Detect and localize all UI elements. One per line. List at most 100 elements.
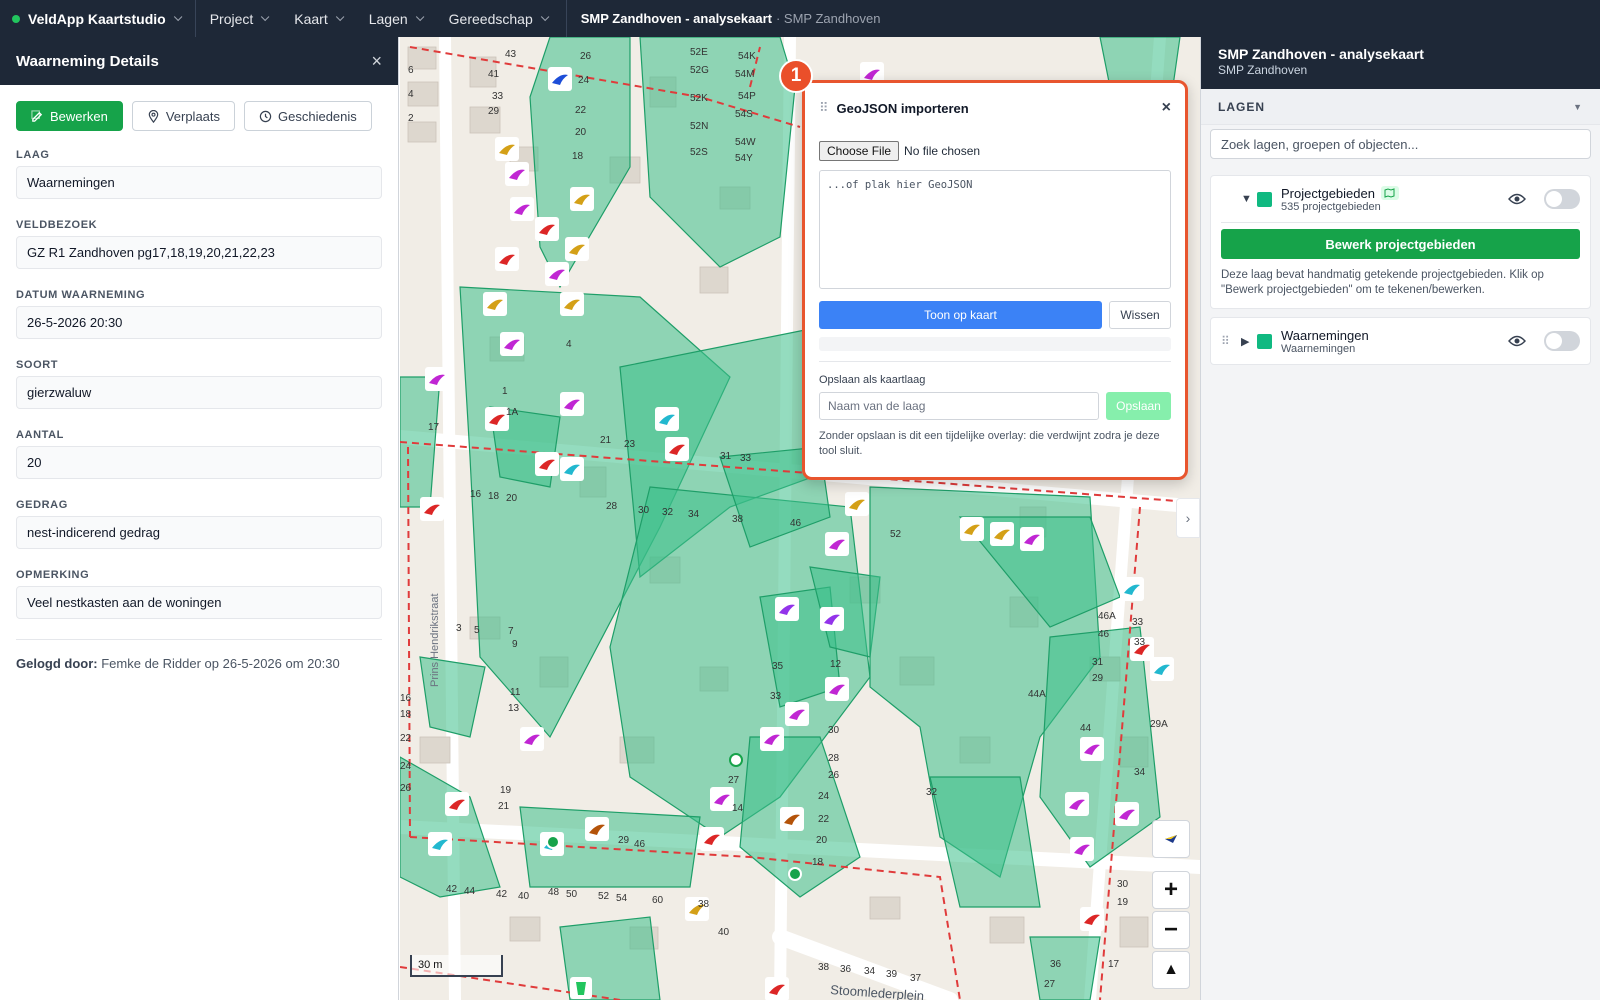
bird-marker [1080, 907, 1104, 931]
zoom-out-button[interactable]: − [1152, 911, 1190, 949]
house-number-label: 23 [624, 439, 636, 450]
house-number-label: 17 [428, 422, 440, 433]
menu-project[interactable]: Project [196, 0, 281, 37]
status-bar [819, 337, 1171, 351]
logged-by-label: Gelogd door: [16, 656, 98, 671]
expand-arrow-icon[interactable]: ▶ [1241, 335, 1257, 348]
move-button[interactable]: Verplaats [131, 101, 236, 131]
north-reset-button[interactable]: ▲ [1152, 951, 1190, 989]
geojson-textarea[interactable]: ...of plak hier GeoJSON [819, 170, 1171, 289]
house-number-label: 29 [1092, 673, 1104, 684]
dialog-header[interactable]: ⠿ GeoJSON importeren × [805, 83, 1185, 133]
close-icon[interactable]: × [371, 51, 382, 72]
panel-header: Waarneming Details × [0, 37, 398, 85]
locate-button[interactable] [1152, 820, 1190, 858]
bird-marker [775, 597, 799, 621]
drag-handle-icon[interactable]: ⠿ [819, 100, 829, 116]
house-number-label: 24 [400, 761, 412, 772]
edit-project-areas-button[interactable]: Bewerk projectgebieden [1221, 229, 1580, 259]
layer-search-input[interactable]: Zoek lagen, groepen of objecten... [1210, 129, 1591, 159]
bird-marker [548, 67, 572, 91]
house-number-label: 34 [688, 509, 700, 520]
divider [1221, 222, 1580, 223]
field-value-soort: gierzwaluw [16, 376, 382, 409]
drag-handle-icon[interactable]: ⠿ [1221, 334, 1241, 348]
layer-name: Projectgebieden [1281, 185, 1375, 201]
layer-color-swatch [1257, 191, 1272, 207]
house-number-label: 37 [910, 973, 922, 984]
house-number-label: 46 [790, 518, 802, 529]
save-as-layer-label: Opslaan als kaartlaag [819, 374, 926, 386]
history-button-label: Geschiedenis [278, 108, 357, 124]
file-input[interactable]: Choose File No file chosen [819, 141, 1171, 161]
menu-lagen[interactable]: Lagen [355, 0, 435, 37]
house-number-label: 44 [1080, 723, 1092, 734]
house-number-label: 38 [818, 962, 830, 973]
compass-icon [1165, 835, 1177, 843]
bird-marker [765, 977, 789, 1000]
eye-icon[interactable] [1508, 192, 1526, 206]
layers-section-header[interactable]: LAGEN ▼ [1201, 89, 1600, 125]
project-polygon [1029, 936, 1101, 1000]
house-number-label: 42 [496, 889, 508, 900]
house-number-label: 38 [732, 514, 744, 525]
house-number-label: 2 [408, 113, 414, 124]
eye-icon[interactable] [1508, 334, 1526, 348]
bird-marker [425, 367, 449, 391]
show-on-map-button[interactable]: Toon op kaart [819, 301, 1102, 329]
house-number-label: 54M [735, 69, 754, 80]
bird-marker [665, 437, 689, 461]
layer-card-waarnemingen: ⠿ ▶ Waarnemingen Waarnemingen [1210, 317, 1591, 365]
choose-file-button[interactable]: Choose File [819, 141, 900, 161]
expand-arrow-icon[interactable]: ▼ [1241, 193, 1257, 205]
chevron-down-icon [415, 12, 425, 21]
bird-marker [505, 162, 529, 186]
house-number-label: 52G [690, 65, 709, 76]
bird-marker [445, 792, 469, 816]
bird-marker [655, 407, 679, 431]
field-value-datum: 26-5-2026 20:30 [16, 306, 382, 339]
layer-row[interactable]: ⠿ ▶ Waarnemingen Waarnemingen [1211, 318, 1590, 364]
bird-marker [510, 197, 534, 221]
bird-marker [545, 262, 569, 286]
menu-kaart-label: Kaart [294, 10, 328, 27]
house-number-label: 22 [575, 105, 587, 116]
bird-marker [820, 607, 844, 631]
layer-visibility-toggle[interactable] [1544, 331, 1580, 351]
house-number-label: 17 [1108, 959, 1120, 970]
menu-kaart[interactable]: Kaart [280, 0, 354, 37]
house-number-label: 11 [510, 687, 521, 698]
layers-panel: SMP Zandhoven - analysekaart SMP Zandhov… [1200, 37, 1600, 1000]
bird-marker [585, 817, 609, 841]
layer-row[interactable]: ▼ Projectgebieden 535 projectgebieden [1211, 176, 1590, 222]
close-icon[interactable]: × [1162, 99, 1171, 117]
temporary-overlay-note: Zonder opslaan is dit een tijdelijke ove… [819, 430, 1160, 457]
house-number-label: 30 [828, 725, 840, 736]
app-brand-menu[interactable]: VeldApp Kaartstudio [0, 0, 196, 37]
house-number-label: 24 [578, 75, 590, 86]
house-number-label: 40 [718, 927, 730, 938]
layer-description: Deze laag bevat handmatig getekende proj… [1221, 269, 1544, 296]
house-number-label: 3 [456, 623, 462, 634]
save-button[interactable]: Opslaan [1106, 392, 1171, 420]
zoom-in-button[interactable]: + [1152, 871, 1190, 909]
house-number-label: 54K [738, 51, 756, 62]
map-subtitle: SMP Zandhoven [1218, 63, 1308, 77]
house-number-label: 39 [886, 969, 898, 980]
house-number-label: 48 [548, 887, 560, 898]
collapse-panel-button[interactable]: › [1176, 498, 1200, 538]
clear-button[interactable]: Wissen [1109, 301, 1171, 329]
history-button[interactable]: Geschiedenis [244, 101, 372, 131]
menu-gereedschap[interactable]: Gereedschap [435, 0, 560, 37]
layer-visibility-toggle[interactable] [1544, 189, 1580, 209]
house-number-label: 33 [740, 453, 752, 464]
edit-button[interactable]: Bewerken [16, 101, 123, 131]
clock-icon [259, 110, 272, 122]
house-number-label: 27 [1044, 979, 1056, 990]
layer-name-input[interactable]: Naam van de laag [819, 392, 1099, 420]
house-number-label: 18 [400, 709, 412, 720]
layer-color-swatch [1257, 333, 1272, 349]
house-number-label: 28 [606, 501, 618, 512]
house-number-label: 30 [638, 505, 650, 516]
bird-marker [780, 807, 804, 831]
